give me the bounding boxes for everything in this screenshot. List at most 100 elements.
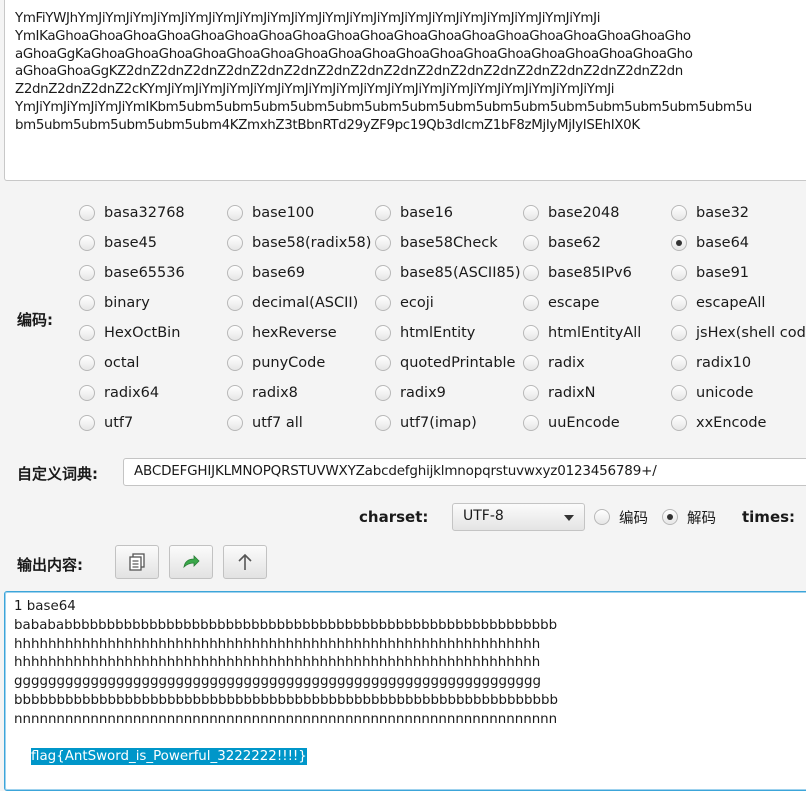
radio-button[interactable] bbox=[79, 355, 95, 371]
option-utf7-imap[interactable]: utf7(imap) bbox=[375, 412, 477, 434]
radio-button[interactable] bbox=[671, 325, 687, 341]
radio-button[interactable] bbox=[227, 265, 243, 281]
option-radix10[interactable]: radix10 bbox=[671, 352, 751, 374]
option-binary[interactable]: binary bbox=[79, 292, 150, 314]
custom-dictionary-input[interactable]: ABCDEFGHIJKLMNOPQRSTUVWXYZabcdefghijklmn… bbox=[123, 458, 806, 486]
radio-button[interactable] bbox=[79, 205, 95, 221]
radio-button[interactable] bbox=[671, 265, 687, 281]
radio-button[interactable] bbox=[523, 415, 539, 431]
option-label: base64 bbox=[696, 235, 750, 251]
radio-button[interactable] bbox=[375, 355, 391, 371]
option-label: HexOctBin bbox=[104, 325, 181, 341]
option-base85-ascii85[interactable]: base85(ASCII85) bbox=[375, 262, 521, 284]
copy-button[interactable] bbox=[115, 545, 159, 579]
radio-button[interactable] bbox=[375, 385, 391, 401]
option-punycode[interactable]: punyCode bbox=[227, 352, 325, 374]
radio-button[interactable] bbox=[227, 415, 243, 431]
option-base65536[interactable]: base65536 bbox=[79, 262, 185, 284]
option-htmlentity[interactable]: htmlEntity bbox=[375, 322, 475, 344]
radio-button[interactable] bbox=[375, 205, 391, 221]
radio-button[interactable] bbox=[79, 325, 95, 341]
option-base16[interactable]: base16 bbox=[375, 202, 453, 224]
radio-button[interactable] bbox=[523, 385, 539, 401]
radio-button[interactable] bbox=[375, 415, 391, 431]
radio-button[interactable] bbox=[227, 205, 243, 221]
radio-button[interactable] bbox=[671, 355, 687, 371]
radio-button[interactable] bbox=[227, 385, 243, 401]
radio-button[interactable] bbox=[227, 235, 243, 251]
radio-button[interactable] bbox=[671, 205, 687, 221]
option-jshex-shell-code[interactable]: jsHex(shell code) bbox=[671, 322, 806, 344]
option-base58-radix58[interactable]: base58(radix58) bbox=[227, 232, 371, 254]
option-radixn[interactable]: radixN bbox=[523, 382, 596, 404]
radio-button[interactable] bbox=[523, 265, 539, 281]
radio-button[interactable] bbox=[375, 325, 391, 341]
option-hexreverse[interactable]: hexReverse bbox=[227, 322, 337, 344]
option-radix64[interactable]: radix64 bbox=[79, 382, 159, 404]
mode-decode-radio[interactable]: 解码 bbox=[662, 506, 716, 528]
radio-button[interactable] bbox=[79, 265, 95, 281]
mode-encode-radio[interactable]: 编码 bbox=[594, 506, 648, 528]
share-button[interactable] bbox=[169, 545, 213, 579]
input-line: YmJiYmJiYmJiYmJiYmIKbm5ubm5ubm5ubm5ubm5u… bbox=[15, 99, 752, 115]
radio-button[interactable] bbox=[523, 205, 539, 221]
option-utf7-all[interactable]: utf7 all bbox=[227, 412, 303, 434]
option-label: utf7 bbox=[104, 415, 134, 431]
move-up-button[interactable] bbox=[223, 545, 267, 579]
option-label: uuEncode bbox=[548, 415, 620, 431]
radio-button[interactable] bbox=[671, 415, 687, 431]
option-base100[interactable]: base100 bbox=[227, 202, 314, 224]
radio-button[interactable] bbox=[375, 235, 391, 251]
option-base85ipv6[interactable]: base85IPv6 bbox=[523, 262, 632, 284]
option-label: basa32768 bbox=[104, 205, 185, 221]
option-basa32768[interactable]: basa32768 bbox=[79, 202, 185, 224]
radio-button[interactable] bbox=[79, 295, 95, 311]
radio-button[interactable] bbox=[375, 295, 391, 311]
charset-select[interactable]: UTF-8 bbox=[452, 503, 585, 531]
radio-button[interactable] bbox=[79, 385, 95, 401]
option-hexoctbin[interactable]: HexOctBin bbox=[79, 322, 180, 344]
radio-button[interactable] bbox=[227, 295, 243, 311]
radio-button[interactable] bbox=[671, 235, 687, 251]
option-ecoji[interactable]: ecoji bbox=[375, 292, 434, 314]
option-base45[interactable]: base45 bbox=[79, 232, 157, 254]
option-base69[interactable]: base69 bbox=[227, 262, 305, 284]
input-line: bm5ubm5ubm5ubm5ubm5ubm4KZmxhZ3tBbnRTd29y… bbox=[15, 117, 640, 133]
output-selected-text[interactable]: flag{AntSword_is_Powerful_3222222!!!!} bbox=[31, 748, 307, 766]
radio-button[interactable] bbox=[662, 509, 678, 525]
option-escape[interactable]: escape bbox=[523, 292, 599, 314]
output-textarea[interactable]: 1 base64 babababbbbbbbbbbbbbbbbbbbbbbbbbb… bbox=[4, 591, 806, 791]
radio-button[interactable] bbox=[523, 325, 539, 341]
radio-button[interactable] bbox=[594, 509, 610, 525]
option-quotedprintable[interactable]: quotedPrintable bbox=[375, 352, 515, 374]
radio-button[interactable] bbox=[523, 235, 539, 251]
option-escapeall[interactable]: escapeAll bbox=[671, 292, 765, 314]
radio-button[interactable] bbox=[79, 235, 95, 251]
option-radix[interactable]: radix bbox=[523, 352, 585, 374]
option-htmlentityall[interactable]: htmlEntityAll bbox=[523, 322, 641, 344]
option-utf7[interactable]: utf7 bbox=[79, 412, 133, 434]
radio-button[interactable] bbox=[523, 295, 539, 311]
radio-button[interactable] bbox=[375, 265, 391, 281]
radio-button[interactable] bbox=[671, 295, 687, 311]
radio-button[interactable] bbox=[227, 355, 243, 371]
option-base58check[interactable]: base58Check bbox=[375, 232, 498, 254]
option-base62[interactable]: base62 bbox=[523, 232, 601, 254]
option-xxencode[interactable]: xxEncode bbox=[671, 412, 766, 434]
input-textarea[interactable]: YmFiYWJhYmJiYmJiYmJiYmJiYmJiYmJiYmJiYmJi… bbox=[4, 0, 806, 181]
option-unicode[interactable]: unicode bbox=[671, 382, 753, 404]
charset-label: charset: bbox=[359, 508, 429, 526]
radio-button[interactable] bbox=[671, 385, 687, 401]
option-octal[interactable]: octal bbox=[79, 352, 139, 374]
option-base91[interactable]: base91 bbox=[671, 262, 749, 284]
option-radix8[interactable]: radix8 bbox=[227, 382, 298, 404]
radio-button[interactable] bbox=[227, 325, 243, 341]
option-decimal-ascii[interactable]: decimal(ASCII) bbox=[227, 292, 358, 314]
radio-button[interactable] bbox=[523, 355, 539, 371]
option-base2048[interactable]: base2048 bbox=[523, 202, 619, 224]
option-uuencode[interactable]: uuEncode bbox=[523, 412, 620, 434]
radio-button[interactable] bbox=[79, 415, 95, 431]
option-base64[interactable]: base64 bbox=[671, 232, 749, 254]
option-base32[interactable]: base32 bbox=[671, 202, 749, 224]
option-radix9[interactable]: radix9 bbox=[375, 382, 446, 404]
